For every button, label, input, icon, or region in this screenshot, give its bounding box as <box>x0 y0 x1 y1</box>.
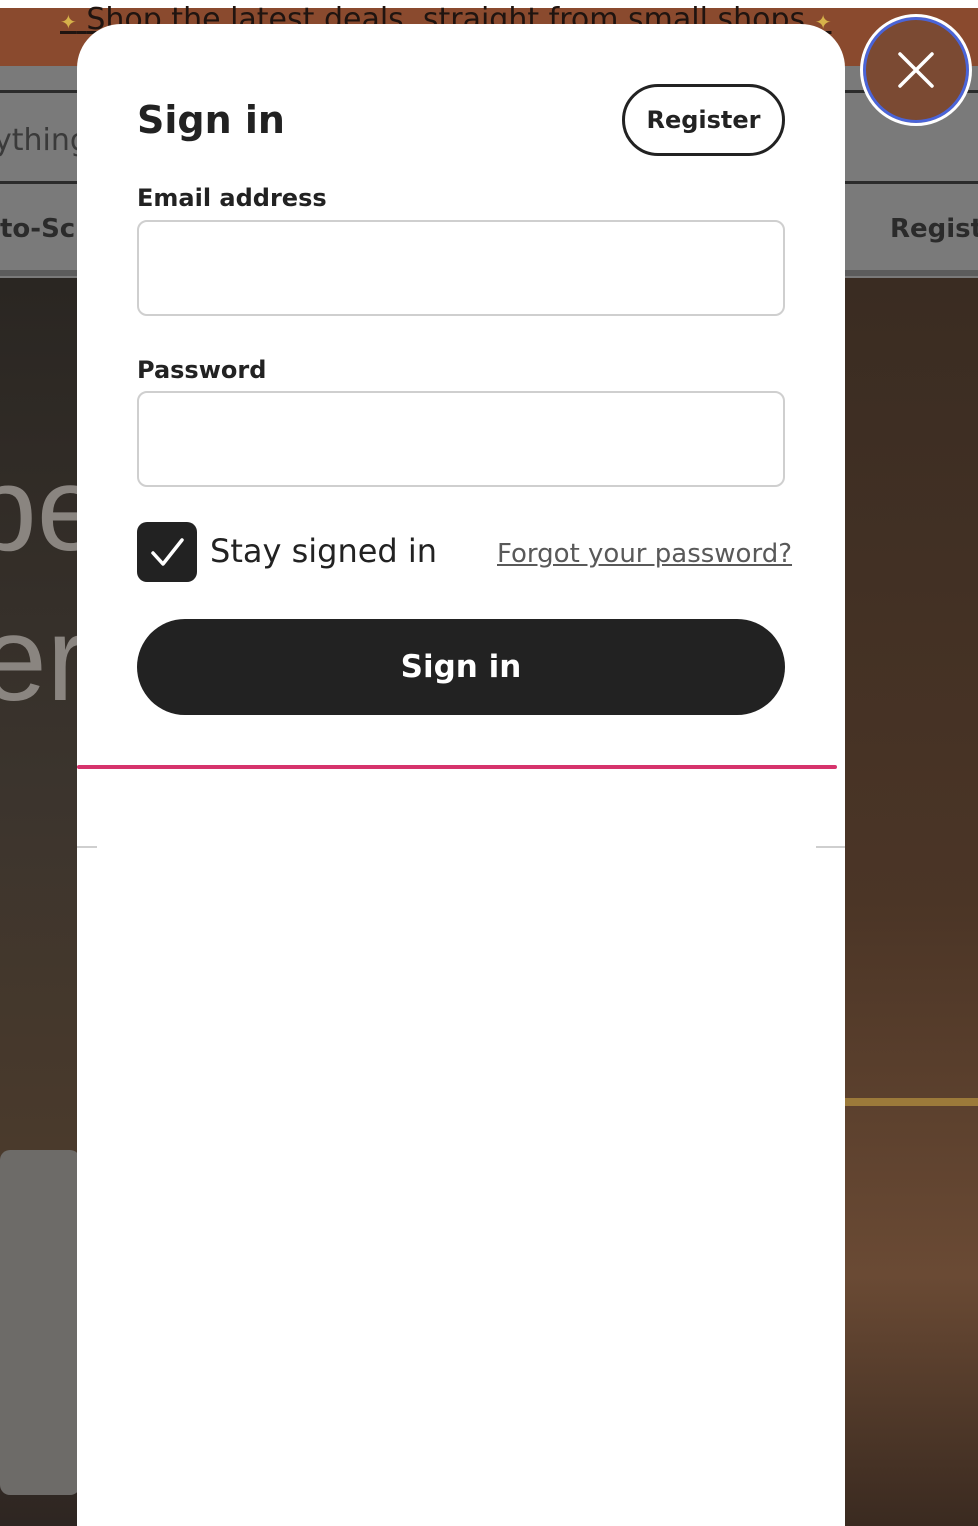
stay-signed-in-label[interactable]: Stay signed in <box>210 532 437 570</box>
password-field[interactable] <box>137 391 785 487</box>
sparkle-icon: ✦ <box>60 10 77 34</box>
close-icon <box>898 52 934 88</box>
hero-headline-partial-2: er <box>0 592 87 726</box>
stay-signed-in-checkbox[interactable] <box>137 522 197 582</box>
loading-progress-line <box>77 765 837 769</box>
sign-in-button[interactable]: Sign in <box>137 619 785 715</box>
nav-item-partial-right: Registr <box>890 214 978 244</box>
register-button[interactable]: Register <box>622 84 785 156</box>
hero-card <box>0 1150 80 1495</box>
dialog-title: Sign in <box>137 98 285 142</box>
divider-left <box>77 846 97 848</box>
divider-right <box>816 846 845 848</box>
email-label: Email address <box>137 184 327 212</box>
checkmark-icon <box>151 538 184 566</box>
password-label: Password <box>137 356 267 384</box>
close-dialog-button[interactable] <box>860 14 972 126</box>
email-field[interactable] <box>137 220 785 316</box>
search-placeholder-partial: ything <box>0 123 89 158</box>
hero-accent-strip <box>845 1098 978 1106</box>
sign-in-dialog: Sign in Register Email address Password … <box>77 24 845 1526</box>
forgot-password-link[interactable]: Forgot your password? <box>497 539 792 569</box>
hero-image-right <box>845 278 978 1526</box>
